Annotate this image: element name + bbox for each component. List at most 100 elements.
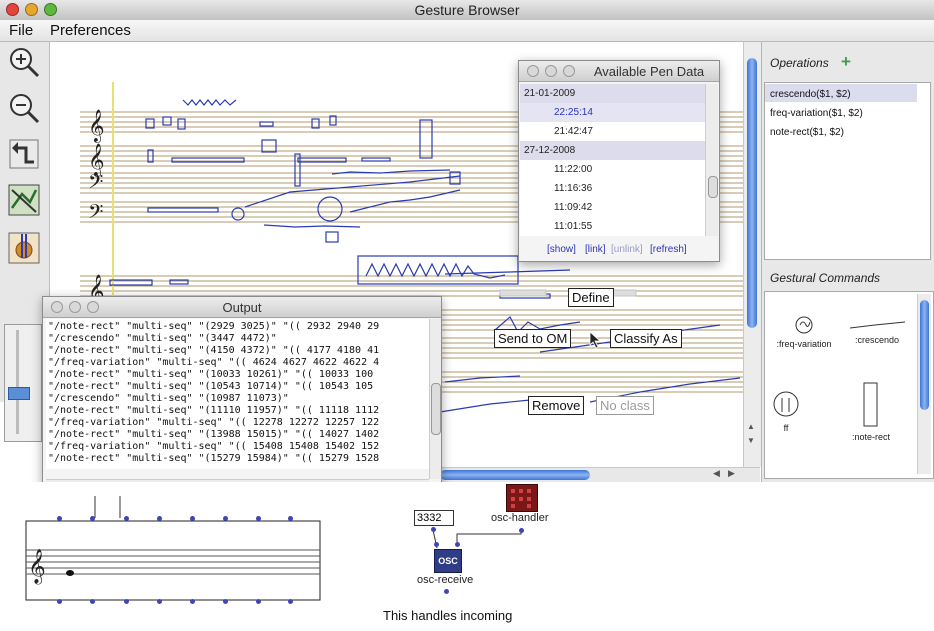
- show-link[interactable]: [show]: [547, 244, 576, 255]
- scroll-down-arrow-icon[interactable]: ▼: [747, 436, 755, 445]
- time-row[interactable]: 11:16:36: [520, 179, 705, 198]
- output-text-area[interactable]: "/note-rect" "multi-seq" "(2929 3025)" "…: [46, 319, 429, 469]
- outlet[interactable]: [190, 599, 195, 604]
- pen-data-titlebar: Available Pen Data: [519, 61, 719, 82]
- gesture-thumbnails: [773, 316, 906, 427]
- pen-data-scrollbar[interactable]: [705, 84, 718, 236]
- window-title: Gesture Browser: [414, 2, 520, 18]
- time-row[interactable]: 11:22:00: [520, 160, 705, 179]
- number-box[interactable]: 3332: [414, 510, 454, 526]
- refresh-link[interactable]: [refresh]: [650, 244, 687, 255]
- add-operation-icon[interactable]: +: [841, 52, 851, 72]
- gestures-scrollbar[interactable]: [917, 294, 931, 474]
- output-line: "/crescendo" "multi-seq" "(10987 11073)": [48, 393, 289, 404]
- slider-icon[interactable]: [8, 387, 30, 400]
- svg-text:𝄢: 𝄢: [88, 170, 103, 198]
- unlink-link[interactable]: [unlink]: [611, 244, 643, 255]
- outlet[interactable]: [288, 599, 293, 604]
- patch-area: 𝄞 3332 osc-handler OSC osc-receive This …: [0, 482, 934, 631]
- zoom-slider[interactable]: [4, 324, 42, 442]
- send-to-om-button[interactable]: Send to OM: [494, 329, 572, 348]
- outlet[interactable]: [124, 599, 129, 604]
- outlet[interactable]: [90, 599, 95, 604]
- inlet[interactable]: [455, 542, 460, 547]
- output-line: "/note-rect" "multi-seq" "(4150 4372)" "…: [48, 345, 380, 356]
- gesture-label[interactable]: :note-rect: [836, 432, 906, 442]
- output-vertical-thumb[interactable]: [431, 383, 441, 435]
- canvas-horizontal-scrollbar[interactable]: ◀ ▶: [440, 467, 760, 483]
- scroll-right-arrow-icon[interactable]: ▶: [728, 468, 735, 479]
- inlet[interactable]: [223, 516, 228, 521]
- pen-zoom-button[interactable]: [563, 65, 575, 77]
- inlet[interactable]: [256, 516, 261, 521]
- gesture-label[interactable]: ff: [751, 423, 821, 433]
- gesture-label[interactable]: :freq-variation: [769, 339, 839, 349]
- gesture-tool-icon[interactable]: [6, 230, 42, 266]
- outlet[interactable]: [157, 599, 162, 604]
- link-link[interactable]: [link]: [585, 244, 606, 255]
- operation-item[interactable]: freq-variation($1, $2): [770, 108, 863, 119]
- inlet[interactable]: [57, 516, 62, 521]
- output-line: "/note-rect" "multi-seq" "(13988 15015)"…: [48, 429, 380, 440]
- scroll-left-arrow-icon[interactable]: ◀: [713, 468, 720, 479]
- no-class-label: No class: [596, 396, 654, 415]
- time-row[interactable]: 11:01:55: [520, 217, 705, 236]
- undo-arrow-icon[interactable]: [6, 136, 42, 172]
- gesture-label[interactable]: :crescendo: [842, 335, 912, 345]
- inlet[interactable]: [124, 516, 129, 521]
- window-title-bar: Gesture Browser: [0, 0, 934, 21]
- pen-data-scroll-thumb[interactable]: [708, 176, 718, 198]
- outlet[interactable]: [431, 527, 436, 532]
- canvas-vertical-scrollbar[interactable]: ▲ ▼: [743, 42, 761, 467]
- zoom-out-icon[interactable]: [6, 90, 42, 126]
- outlet[interactable]: [223, 599, 228, 604]
- date-row[interactable]: 27-12-2008: [520, 141, 705, 160]
- pen-data-title: Available Pen Data: [593, 64, 705, 79]
- outlet[interactable]: [519, 528, 524, 533]
- output-title: Output: [222, 300, 262, 315]
- operations-list: crescendo($1, $2) freq-variation($1, $2)…: [764, 82, 931, 260]
- horizontal-scroll-thumb[interactable]: [440, 470, 590, 480]
- operation-item[interactable]: note-rect($1, $2): [770, 127, 844, 138]
- svg-text:𝄞: 𝄞: [28, 549, 46, 585]
- time-row-selected[interactable]: 22:25:14: [520, 103, 705, 122]
- remove-button[interactable]: Remove: [528, 396, 585, 415]
- inlet[interactable]: [90, 516, 95, 521]
- date-row[interactable]: 21-01-2009: [520, 84, 705, 103]
- time-row[interactable]: 21:42:47: [520, 122, 705, 141]
- gestures-scroll-thumb[interactable]: [920, 300, 929, 410]
- outlet[interactable]: [57, 599, 62, 604]
- outlet[interactable]: [256, 599, 261, 604]
- osc-receive-icon[interactable]: OSC: [434, 549, 462, 573]
- gesture-edit-icon[interactable]: [6, 182, 42, 218]
- output-window: Output "/note-rect" "multi-seq" "(2929 3…: [42, 296, 442, 496]
- inlet[interactable]: [157, 516, 162, 521]
- zoom-in-icon[interactable]: [6, 44, 42, 80]
- osc-handler-label: osc-handler: [491, 512, 549, 524]
- time-row[interactable]: 11:09:42: [520, 198, 705, 217]
- menu-file[interactable]: File: [9, 22, 33, 39]
- osc-handler-icon[interactable]: [506, 484, 538, 512]
- output-line: "/freq-variation" "multi-seq" "(( 4624 4…: [48, 357, 380, 368]
- inlet[interactable]: [288, 516, 293, 521]
- outlet[interactable]: [444, 589, 449, 594]
- output-line: "/crescendo" "multi-seq" "(3447 4472)": [48, 333, 277, 344]
- pen-minimize-button[interactable]: [545, 65, 557, 77]
- output-line: "/note-rect" "multi-seq" "(10543 10714)"…: [48, 381, 374, 392]
- define-button[interactable]: Define: [568, 288, 614, 307]
- output-line: "/note-rect" "multi-seq" "(15279 15984)"…: [48, 453, 380, 464]
- pen-data-list: 21-01-2009 22:25:14 21:42:47 27-12-2008 …: [520, 84, 705, 236]
- pen-close-button[interactable]: [527, 65, 539, 77]
- gestural-commands-list: :freq-variation :crescendo ff :note-rect: [764, 291, 934, 479]
- slider-groove: [16, 330, 19, 434]
- classify-as-button[interactable]: Classify As: [610, 329, 682, 348]
- operations-heading: Operations: [770, 56, 829, 70]
- inlet[interactable]: [434, 542, 439, 547]
- vertical-scroll-thumb[interactable]: [747, 58, 757, 328]
- menu-preferences[interactable]: Preferences: [50, 22, 131, 39]
- operation-item[interactable]: crescendo($1, $2): [770, 89, 851, 100]
- svg-text:𝄞: 𝄞: [88, 109, 105, 143]
- inlet[interactable]: [190, 516, 195, 521]
- output-vertical-scrollbar[interactable]: [429, 319, 441, 479]
- gestural-commands-heading: Gestural Commands: [770, 271, 881, 285]
